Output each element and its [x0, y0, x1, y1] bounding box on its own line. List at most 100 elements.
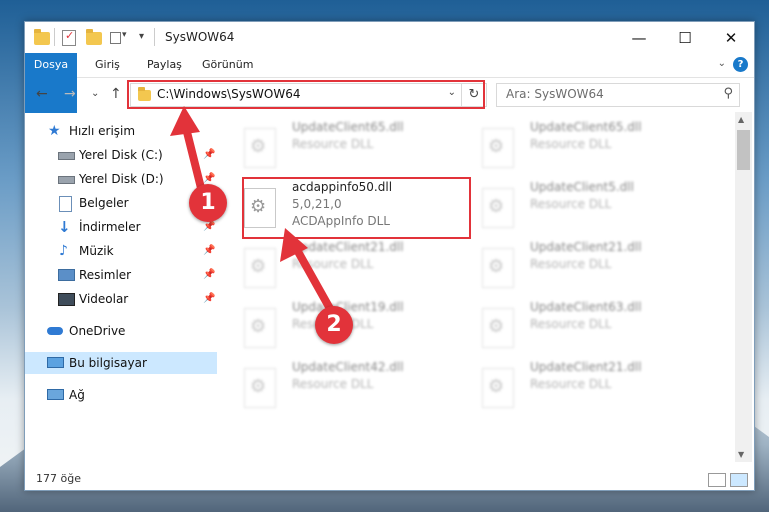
file-item[interactable]: UpdateClient21.dll Resource DLL [458, 240, 683, 300]
divider [154, 28, 155, 46]
pin-icon[interactable]: 📌 [203, 288, 215, 310]
sidebar-item-label: Ağ [69, 388, 85, 402]
search-placeholder[interactable]: Ara: SysWOW64 [506, 87, 604, 101]
sidebar-item-label: Yerel Disk (D:) [79, 172, 164, 186]
scroll-down-icon[interactable]: ▼ [738, 450, 744, 459]
sidebar-item-label: İndirmeler [79, 220, 141, 234]
file-item[interactable]: UpdateClient21.dll Resource DLL [458, 360, 683, 420]
sidebar-item-drive-c[interactable]: Yerel Disk (C:) 📌 [25, 144, 217, 166]
up-button[interactable]: ↑ [110, 86, 122, 102]
star-icon: ★ [48, 123, 61, 139]
sidebar-item-videos[interactable]: Videolar 📌 [25, 288, 217, 310]
sidebar-item-network[interactable]: Ağ [25, 384, 217, 406]
downloads-icon: ↓ [58, 218, 71, 236]
file-description: Resource DLL [292, 377, 374, 391]
pin-icon[interactable]: 📌 [203, 240, 215, 262]
sidebar-item-label: Yerel Disk (C:) [79, 148, 163, 162]
cloud-icon [47, 327, 63, 335]
help-icon[interactable]: ? [733, 57, 748, 72]
file-item[interactable]: UpdateClient21.dll Resource DLL [220, 240, 445, 300]
file-description: Resource DLL [530, 317, 612, 331]
file-highlight-box [242, 177, 471, 239]
sidebar-item-this-pc[interactable]: Bu bilgisayar [25, 352, 217, 374]
address-highlight-box [127, 80, 485, 109]
properties-icon[interactable]: ✓ [62, 29, 76, 46]
tab-view[interactable]: Görünüm [202, 53, 253, 77]
file-item[interactable]: UpdateClient65.dll Resource DLL [220, 120, 445, 180]
sidebar-item-pictures[interactable]: Resimler 📌 [25, 264, 217, 286]
details-view-icon[interactable] [708, 473, 726, 487]
file-name: UpdateClient42.dll [292, 360, 404, 374]
status-bar: 177 öğe [25, 468, 754, 490]
file-item[interactable]: UpdateClient65.dll Resource DLL [458, 120, 683, 180]
file-list: UpdateClient65.dll Resource DLL acdappin… [220, 112, 735, 462]
documents-icon [59, 196, 72, 212]
file-item[interactable]: UpdateClient42.dll Resource DLL [220, 360, 445, 420]
sidebar-item-onedrive[interactable]: OneDrive [25, 320, 217, 342]
file-description: Resource DLL [530, 257, 612, 271]
sidebar-item-label: Hızlı erişim [69, 124, 136, 138]
file-name: UpdateClient21.dll [292, 240, 404, 254]
file-name: UpdateClient21.dll [530, 360, 642, 374]
back-button[interactable]: ← [36, 86, 48, 102]
sidebar-item-label: Videolar [79, 292, 129, 306]
videos-icon [58, 293, 75, 306]
sidebar-item-drive-d[interactable]: Yerel Disk (D:) 📌 [25, 168, 217, 190]
file-name: UpdateClient65.dll [530, 120, 642, 134]
dll-file-icon [482, 188, 514, 228]
pin-icon[interactable]: 📌 [203, 144, 215, 166]
file-description: Resource DLL [530, 137, 612, 151]
ribbon-tabs: Dosya Giriş Paylaş Görünüm ⌄ ? [25, 53, 754, 113]
quick-access-dropdown-icon[interactable]: ▾ [139, 31, 144, 42]
pictures-icon [58, 269, 75, 281]
new-folder-icon[interactable] [86, 29, 102, 45]
scroll-up-icon[interactable]: ▲ [738, 115, 744, 124]
search-icon[interactable]: ⚲ [723, 86, 733, 101]
ribbon-expand-icon[interactable]: ⌄ [718, 58, 726, 69]
file-name: UpdateClient63.dll [530, 300, 642, 314]
tab-share[interactable]: Paylaş [147, 53, 182, 77]
large-icons-view-icon[interactable] [730, 473, 748, 487]
file-description: Resource DLL [292, 137, 374, 151]
vertical-scrollbar[interactable]: ▲ ▼ [735, 112, 752, 462]
close-button[interactable]: ✕ [708, 22, 754, 53]
dll-file-icon [482, 368, 514, 408]
tab-home[interactable]: Giriş [95, 53, 120, 77]
dll-file-icon [244, 128, 276, 168]
search-box[interactable]: Ara: SysWOW64 ⚲ [496, 83, 740, 107]
forward-button[interactable]: → [64, 86, 76, 102]
file-description: Resource DLL [292, 257, 374, 271]
step-2-badge: 2 [315, 306, 353, 344]
divider [54, 28, 55, 46]
sidebar-item-label: Müzik [79, 244, 114, 258]
sidebar-item-downloads[interactable]: ↓ İndirmeler 📌 [25, 216, 217, 238]
step-1-badge: 1 [189, 184, 227, 222]
sidebar-item-label: Resimler [79, 268, 132, 282]
title-bar: ✓ ▾ ▾ SysWOW64 — ☐ ✕ [25, 22, 754, 53]
dll-file-icon [482, 128, 514, 168]
scroll-thumb[interactable] [737, 130, 750, 170]
item-count: 177 öğe [36, 472, 81, 485]
file-item[interactable]: UpdateClient63.dll Resource DLL [458, 300, 683, 360]
maximize-button[interactable]: ☐ [662, 22, 708, 53]
pin-icon[interactable]: 📌 [203, 264, 215, 286]
customize-toolbar-icon[interactable]: ▾ [110, 29, 130, 45]
recent-locations-button[interactable]: ⌄ [91, 88, 99, 99]
sidebar-item-music[interactable]: ♪ Müzik 📌 [25, 240, 217, 262]
file-item[interactable]: UpdateClient5.dll Resource DLL [458, 180, 683, 240]
minimize-button[interactable]: — [616, 22, 662, 53]
drive-icon [58, 176, 75, 184]
computer-icon [47, 357, 64, 368]
dll-file-icon [482, 248, 514, 288]
dll-file-icon [244, 248, 276, 288]
music-icon: ♪ [59, 243, 68, 259]
dll-file-icon [482, 308, 514, 348]
file-name: UpdateClient21.dll [530, 240, 642, 254]
dll-file-icon [244, 308, 276, 348]
window-title: SysWOW64 [165, 30, 235, 44]
sidebar-item-label: Belgeler [79, 196, 129, 210]
file-name: UpdateClient65.dll [292, 120, 404, 134]
file-description: Resource DLL [530, 197, 612, 211]
sidebar-item-quick-access[interactable]: ★ Hızlı erişim [25, 120, 217, 142]
sidebar-item-label: OneDrive [69, 324, 126, 338]
